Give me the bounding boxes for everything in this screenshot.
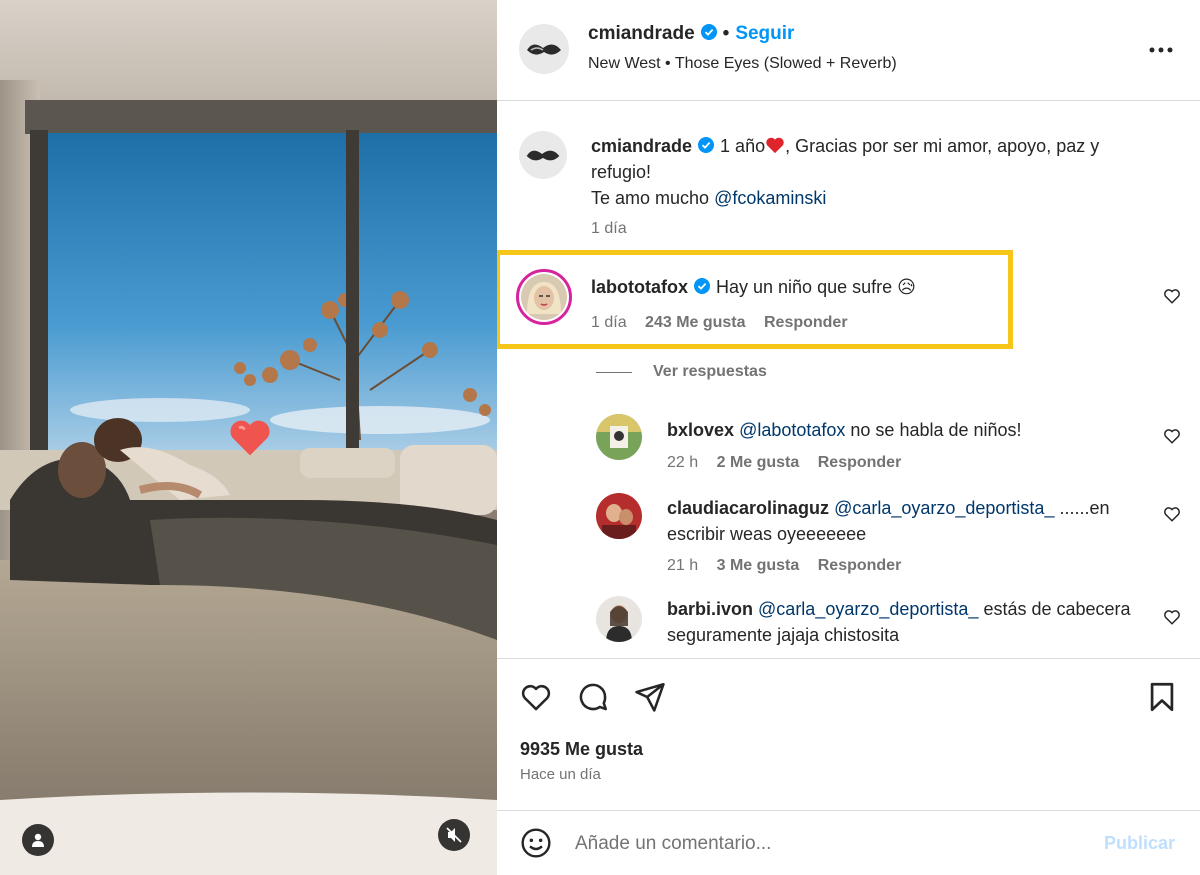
comment-0: labototafox Hay un niño que sufre 😥	[591, 274, 1111, 300]
commenter-avatar-labototafox[interactable]	[516, 269, 572, 325]
caption-author[interactable]: cmiandrade	[591, 136, 692, 156]
comment-input[interactable]	[575, 829, 1075, 859]
author-avatar[interactable]	[519, 24, 569, 74]
caption-meta: 1 día	[591, 220, 641, 238]
reply-1-meta: 21 h 3 Me gusta Responder	[667, 557, 915, 575]
caption-author-avatar[interactable]	[519, 131, 567, 179]
commenter-avatar-bxlovex[interactable]	[596, 414, 642, 460]
instagram-post-modal: cmiandrade • Seguir New West • Those Eyes …	[0, 0, 1200, 875]
publish-button[interactable]: Publicar	[1104, 833, 1175, 854]
sad-face-emoji: 😥	[897, 277, 916, 297]
caption-line2: Te amo mucho	[591, 188, 715, 208]
reply-0: bxlovex @labototafox no se habla de niño…	[667, 417, 1137, 443]
comment-0-meta: 1 día 243 Me gusta Responder	[591, 314, 862, 332]
reply-button[interactable]: Responder	[764, 314, 848, 331]
caption-mention-link[interactable]: @fcokaminski	[714, 188, 826, 208]
verified-badge-icon	[700, 24, 717, 40]
reply-author[interactable]: claudiacarolinaguz	[667, 498, 829, 518]
reply-likes[interactable]: 2 Me gusta	[717, 454, 800, 471]
reply-mention-link[interactable]: @carla_oyarzo_deportista_	[834, 498, 1054, 518]
reply-author[interactable]: bxlovex	[667, 420, 734, 440]
comment-like-heart-icon[interactable]	[1163, 427, 1181, 445]
commenter-avatar-barbi-ivon[interactable]	[596, 596, 642, 642]
verified-badge-icon	[698, 137, 715, 153]
post-details-panel: cmiandrade • Seguir New West • Those Eyes …	[497, 0, 1200, 875]
caption-time[interactable]: 1 día	[591, 220, 627, 237]
tagged-users-button[interactable]	[22, 824, 54, 856]
replies-divider	[596, 372, 632, 373]
heart-emoji-sticker	[228, 416, 272, 458]
more-options-button[interactable]	[1147, 36, 1175, 64]
comment-like-heart-icon[interactable]	[1163, 287, 1181, 305]
post-header: cmiandrade • Seguir New West • Those Eyes …	[497, 0, 1200, 101]
audio-attribution[interactable]: New West • Those Eyes (Slowed + Reverb)	[588, 55, 897, 73]
comment-text: Hay un niño que sufre	[716, 277, 893, 297]
more-options-icon	[1149, 47, 1173, 53]
bookmark-icon[interactable]	[1145, 680, 1179, 714]
post-actions: 9935 Me gusta Hace un día	[497, 658, 1200, 795]
reply-mention-link[interactable]: @carla_oyarzo_deportista_	[758, 599, 978, 619]
reply-mention-link[interactable]: @labototafox	[739, 420, 845, 440]
comment-likes[interactable]: 243 Me gusta	[645, 314, 745, 331]
reply-button[interactable]: Responder	[818, 454, 902, 471]
audio-muted-icon	[446, 827, 462, 843]
mute-toggle-button[interactable]	[438, 819, 470, 851]
comment-like-heart-icon[interactable]	[1163, 608, 1181, 626]
emoji-icon[interactable]	[520, 827, 552, 859]
caption-text: cmiandrade 1 año, Gracias por ser mi amor…	[591, 133, 1151, 211]
comment-like-heart-icon[interactable]	[1163, 505, 1181, 523]
reply-button[interactable]: Responder	[818, 557, 902, 574]
reply-author[interactable]: barbi.ivon	[667, 599, 753, 619]
reply-1: claudiacarolinaguz @carla_oyarzo_deporti…	[667, 495, 1147, 547]
verified-badge-icon	[694, 278, 710, 294]
comment-composer: Publicar	[497, 810, 1200, 875]
view-replies-button[interactable]: Ver respuestas	[653, 363, 767, 381]
follow-button[interactable]: Seguir	[735, 23, 794, 44]
send-icon[interactable]	[633, 680, 667, 714]
post-media[interactable]	[0, 0, 497, 875]
reply-time[interactable]: 22 h	[667, 454, 698, 471]
comment-icon[interactable]	[576, 680, 610, 714]
separator-dot: •	[722, 23, 730, 44]
post-time[interactable]: Hace un día	[520, 766, 601, 783]
reply-0-meta: 22 h 2 Me gusta Responder	[667, 454, 915, 472]
caption-text-part1: 1 año	[720, 136, 766, 156]
reply-time[interactable]: 21 h	[667, 557, 698, 574]
reply-likes[interactable]: 3 Me gusta	[717, 557, 800, 574]
author-username[interactable]: cmiandrade	[588, 23, 695, 44]
comment-time[interactable]: 1 día	[591, 314, 627, 331]
user-tag-icon	[32, 833, 44, 847]
comment-author[interactable]: labototafox	[591, 277, 688, 297]
reply-text: no se habla de niños!	[845, 420, 1022, 440]
author-line: cmiandrade • Seguir	[588, 23, 794, 45]
comments-list[interactable]: cmiandrade 1 año, Gracias por ser mi amor…	[497, 101, 1200, 658]
heart-icon[interactable]	[519, 680, 553, 714]
reply-2: barbi.ivon @carla_oyarzo_deportista_ est…	[667, 596, 1147, 648]
commenter-avatar-claudiacarolinaguz[interactable]	[596, 493, 642, 539]
likes-count[interactable]: 9935 Me gusta	[520, 739, 643, 760]
red-heart-icon	[766, 137, 784, 154]
